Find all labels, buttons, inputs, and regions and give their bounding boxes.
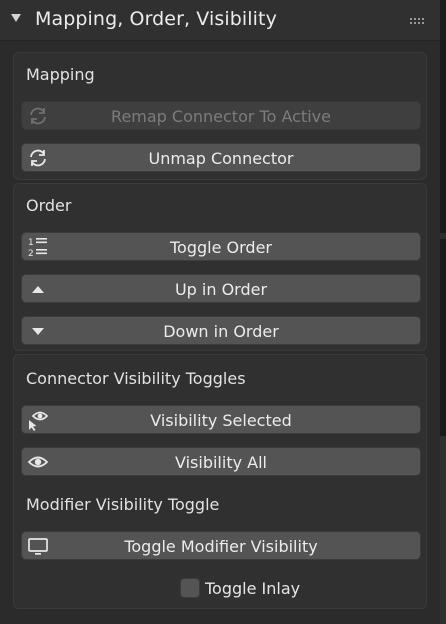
collapse-arrow-icon[interactable] <box>11 14 21 22</box>
toggle-inlay-checkbox[interactable] <box>180 578 200 598</box>
modifier-visibility-title: Modifier Visibility Toggle <box>26 495 220 514</box>
up-in-order-button[interactable]: Up in Order <box>21 274 421 303</box>
down-in-order-button[interactable]: Down in Order <box>21 316 421 345</box>
toggle-inlay-label: Toggle Inlay <box>205 579 301 598</box>
order-section: Order 1 2 Toggle Order Up in Order Down … <box>13 183 427 351</box>
scrollbar-marker <box>440 233 446 239</box>
remap-connector-label: Remap Connector To Active <box>111 107 331 126</box>
order-section-title: Order <box>26 196 72 215</box>
visibility-selected-label: Visibility Selected <box>150 411 292 430</box>
unmap-connector-label: Unmap Connector <box>148 149 294 168</box>
visibility-all-button[interactable]: Visibility All <box>21 447 421 476</box>
toggle-modifier-visibility-label: Toggle Modifier Visibility <box>124 537 318 556</box>
scrollbar-thumb[interactable] <box>440 436 446 624</box>
panel-header[interactable]: Mapping, Order, Visibility <box>0 0 440 41</box>
toggle-modifier-visibility-button[interactable]: Toggle Modifier Visibility <box>21 531 421 560</box>
unmap-connector-button[interactable]: Unmap Connector <box>21 143 421 172</box>
connector-visibility-title: Connector Visibility Toggles <box>26 369 246 388</box>
down-in-order-label: Down in Order <box>163 322 279 341</box>
visibility-section: Connector Visibility Toggles Visibility … <box>13 354 427 609</box>
drag-handle-icon[interactable] <box>410 18 424 24</box>
panel-title: Mapping, Order, Visibility <box>35 8 277 30</box>
visibility-all-label: Visibility All <box>175 453 267 472</box>
mapping-section-title: Mapping <box>26 65 95 84</box>
toggle-order-button[interactable]: 1 2 Toggle Order <box>21 232 421 261</box>
up-in-order-label: Up in Order <box>174 280 268 299</box>
mapping-section: Mapping Remap Connector To Active Unmap … <box>13 52 427 180</box>
remap-connector-button[interactable]: Remap Connector To Active <box>21 101 421 130</box>
visibility-selected-button[interactable]: Visibility Selected <box>21 405 421 434</box>
toggle-order-label: Toggle Order <box>170 238 272 257</box>
